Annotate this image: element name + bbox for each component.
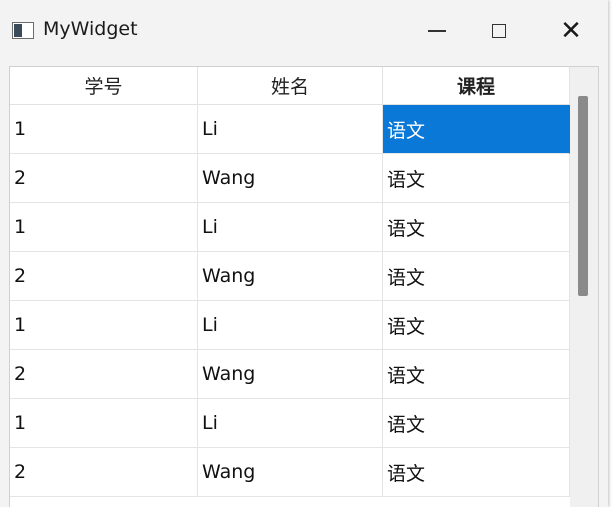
maximize-button[interactable]	[468, 0, 530, 62]
minimize-icon	[428, 30, 446, 32]
table-row[interactable]: 1 Li 语文	[10, 301, 570, 350]
table-row[interactable]: 2 Wang 语文	[10, 154, 570, 203]
cell-name[interactable]: Li	[198, 399, 383, 448]
cell-course[interactable]: 语文	[383, 448, 570, 497]
cell-student-id[interactable]: 1	[10, 203, 198, 252]
cell-name[interactable]: Wang	[198, 252, 383, 301]
cell-student-id[interactable]: 2	[10, 252, 198, 301]
table-row[interactable]: 2 Wang 语文	[10, 448, 570, 497]
close-icon: ✕	[560, 16, 582, 46]
cell-student-id[interactable]: 1	[10, 105, 198, 154]
table-row[interactable]: 1 Li 语文	[10, 399, 570, 448]
minimize-button[interactable]	[406, 0, 468, 62]
table-row[interactable]: 1 Li 语文	[10, 105, 570, 154]
column-header-student-id[interactable]: 学号	[10, 67, 198, 105]
table-row[interactable]: 2 Wang 语文	[10, 350, 570, 399]
cell-name[interactable]: Li	[198, 203, 383, 252]
title-bar[interactable]: MyWidget ✕	[0, 0, 608, 62]
cell-student-id[interactable]: 2	[10, 350, 198, 399]
cell-course[interactable]: 语文	[383, 154, 570, 203]
cell-course[interactable]: 语文	[383, 252, 570, 301]
cell-course-selected[interactable]: 语文	[383, 105, 570, 154]
scrollbar-thumb[interactable]	[578, 96, 588, 296]
cell-name[interactable]: Wang	[198, 448, 383, 497]
cell-student-id[interactable]: 1	[10, 399, 198, 448]
app-window-icon	[12, 22, 34, 39]
cell-name[interactable]: Li	[198, 301, 383, 350]
table-row[interactable]: 2 Wang 语文	[10, 252, 570, 301]
table-view[interactable]: 学号 姓名 课程 1 Li 语文 2 Wang 语文 1 Li 语文 2 Wan…	[9, 66, 599, 507]
cell-course[interactable]: 语文	[383, 301, 570, 350]
cell-student-id[interactable]: 1	[10, 301, 198, 350]
vertical-scrollbar[interactable]	[570, 67, 598, 507]
window-title: MyWidget	[43, 18, 138, 40]
cell-course[interactable]: 语文	[383, 350, 570, 399]
cell-name[interactable]: Li	[198, 105, 383, 154]
cell-name[interactable]: Wang	[198, 350, 383, 399]
cell-course[interactable]: 语文	[383, 399, 570, 448]
table-row[interactable]: 1 Li 语文	[10, 203, 570, 252]
cell-course[interactable]: 语文	[383, 203, 570, 252]
cell-student-id[interactable]: 2	[10, 448, 198, 497]
close-button[interactable]: ✕	[540, 0, 602, 62]
column-header-course[interactable]: 课程	[383, 67, 570, 105]
cell-student-id[interactable]: 2	[10, 154, 198, 203]
app-window: MyWidget ✕ 学号 姓名 课程 1 Li 语文 2 Wang 语文 1 …	[0, 0, 608, 507]
column-header-name[interactable]: 姓名	[198, 67, 383, 105]
cell-name[interactable]: Wang	[198, 154, 383, 203]
table-header: 学号 姓名 课程	[10, 67, 570, 105]
maximize-icon	[492, 24, 506, 38]
